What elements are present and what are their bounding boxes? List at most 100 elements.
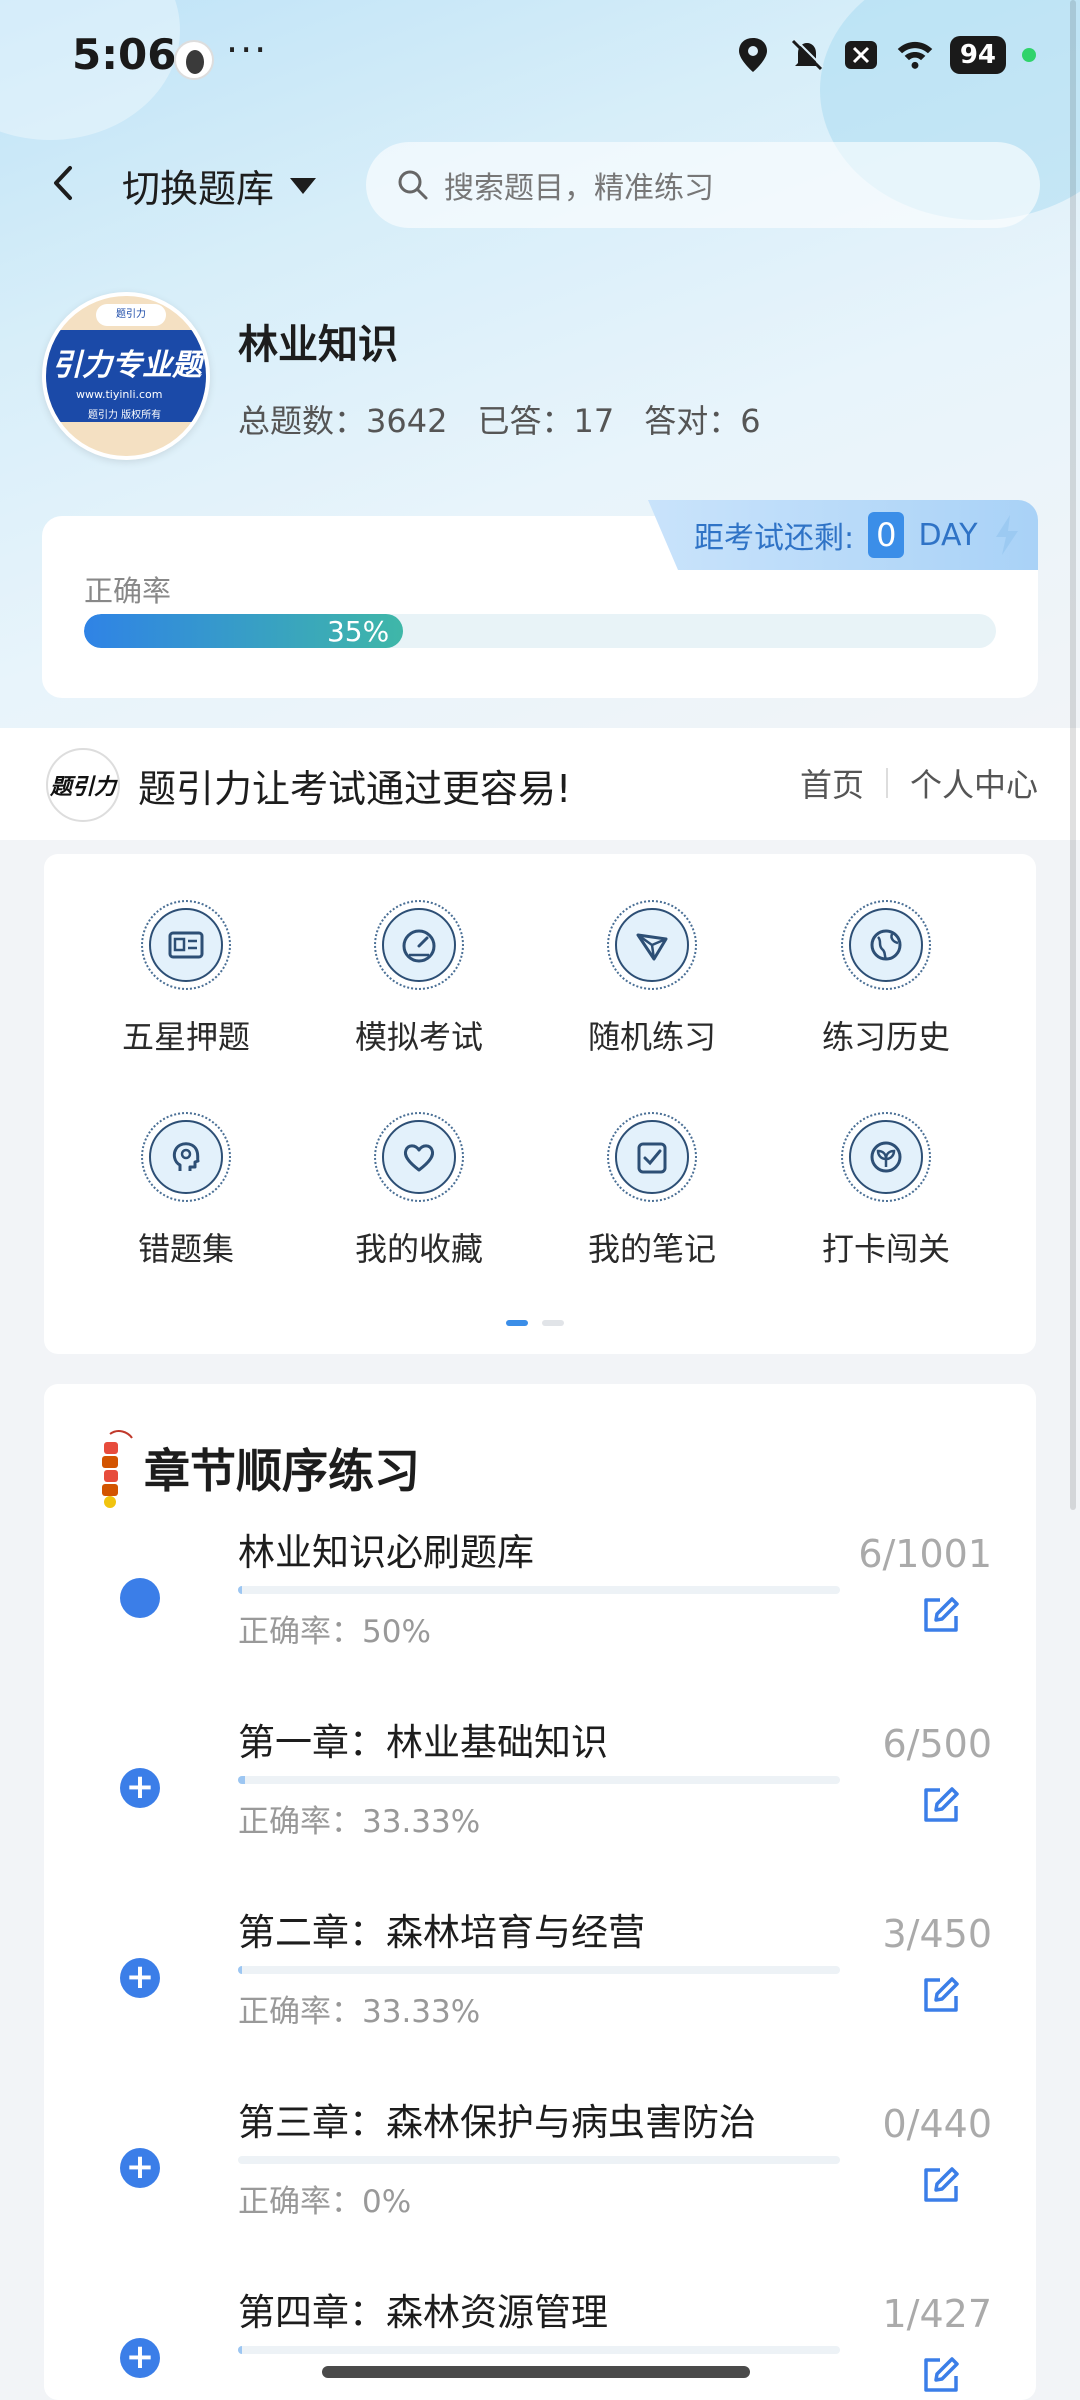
grid-label: 打卡闯关 (821, 1230, 950, 1268)
correct-count: 答对：6 (644, 402, 761, 440)
search-placeholder: 搜索题目，精准练习 (444, 171, 714, 206)
status-bar: 5:06 ··· 94 (0, 0, 1080, 118)
chevron-left-icon (54, 166, 72, 200)
head-icon (149, 1120, 223, 1194)
checklist-icon (615, 1120, 689, 1194)
chapter-count: 6/1001 (858, 1532, 992, 1576)
chapter-progress-bar (238, 2156, 840, 2164)
globe-icon (849, 908, 923, 982)
chapter-name: 第一章：林业基础知识 (238, 1721, 608, 1764)
chapter-count: 0/440 (882, 2102, 992, 2146)
expand-plus-icon[interactable]: + (120, 1768, 160, 1808)
close-box-icon (842, 36, 880, 74)
edit-icon[interactable] (918, 2352, 964, 2398)
edit-icon[interactable] (918, 1592, 964, 1638)
back-button[interactable] (40, 158, 90, 208)
chapter-count: 1/427 (882, 2292, 992, 2336)
edit-icon[interactable] (918, 1782, 964, 1828)
more-notifications-icon: ··· (226, 28, 269, 72)
caret-down-icon (290, 177, 317, 194)
bank-title: 林业知识 (238, 322, 398, 368)
gauge-icon (382, 908, 456, 982)
countdown-unit: DAY (918, 517, 978, 553)
nav-home-link[interactable]: 首页 (800, 760, 864, 806)
home-indicator[interactable] (322, 2366, 750, 2378)
slogan-bar: 题引力 题引力让考试通过更容易! 首页 个人中心 (0, 728, 1080, 840)
accuracy-label: 正确率 (84, 574, 172, 608)
chapter-progress-fill (238, 1586, 242, 1594)
selected-dot-icon (120, 1578, 160, 1618)
brand-logo: 题引力 (46, 748, 120, 822)
grid-label: 练习历史 (821, 1018, 950, 1056)
chapter-row[interactable]: + 第一章：林业基础知识正确率：33.33% 6/500 (44, 1712, 1036, 1902)
chapter-count: 3/450 (882, 1912, 992, 1956)
grid-pager (506, 1320, 564, 1326)
accuracy-card: 距考试还剩: 0 DAY 正确率 35% (42, 500, 1038, 698)
accuracy-progress-fill: 35% (84, 614, 404, 648)
chapter-row[interactable]: + 第三章：森林保护与病虫害防治 正确率：0% 0/440 (44, 2092, 1036, 2282)
chapter-progress-fill (238, 1776, 246, 1784)
exam-countdown: 距考试还剩: 0 DAY (648, 500, 1038, 570)
chapter-row[interactable]: + 第四章：森林资源管理 1/427 (44, 2282, 1036, 2400)
grid-item-mistakes[interactable]: 错题集 (86, 1112, 286, 1270)
chapter-row[interactable]: 林业知识必刷题库正确率：50% 6/1001 (44, 1522, 1036, 1712)
countdown-value: 0 (868, 512, 905, 558)
plant-icon (849, 1120, 923, 1194)
id-card-icon (149, 908, 223, 982)
chapter-section-title: 章节顺序练习 (144, 1444, 420, 1498)
chapter-practice-card: 章节顺序练习 林业知识必刷题库 正确率：50% 6/1001 + 第一章：林业基础知识正… (44, 1384, 1036, 2400)
scrollbar[interactable] (1070, 0, 1076, 1510)
edit-icon[interactable] (918, 1972, 964, 2018)
countdown-label: 距考试还剩: (694, 521, 855, 556)
grid-label: 我的笔记 (587, 1230, 716, 1268)
grid-item-mock-exam[interactable]: 模拟考试 (319, 900, 519, 1058)
switch-bank-button[interactable]: 切换题库 (122, 158, 317, 213)
accuracy-percent: 35% (326, 614, 390, 648)
nav-divider (885, 768, 888, 798)
chapter-progress-fill (238, 2346, 242, 2354)
chapter-progress-fill (238, 1966, 243, 1974)
edit-icon[interactable] (918, 2162, 964, 2208)
chapter-name: 第四章：森林资源管理 (238, 2291, 608, 2334)
status-icons: 94 (734, 36, 1036, 74)
pager-dot[interactable] (542, 1320, 564, 1326)
chapter-row[interactable]: + 第二章：森林培育与经营 正确率：33.33% 3/450 (44, 1902, 1036, 2092)
grid-label: 模拟考试 (354, 1018, 483, 1056)
search-input[interactable]: 搜索题目，精准练习 (366, 142, 1040, 228)
search-icon (398, 170, 428, 200)
expand-plus-icon[interactable]: + (120, 2148, 160, 2188)
chapter-progress-bar (238, 2346, 840, 2354)
lightning-icon (995, 515, 1018, 555)
expand-plus-icon[interactable]: + (120, 1958, 160, 1998)
expand-plus-icon[interactable]: + (120, 2338, 160, 2378)
grid-label: 随机练习 (587, 1018, 716, 1056)
chapter-accuracy: 正确率：0% (238, 2184, 412, 2220)
function-grid: 五星押题 模拟考试 随机练习 练习历史 错题集 我的收藏 我的笔记 打卡闯关 (44, 854, 1036, 1354)
chapter-count: 6/500 (882, 1722, 992, 1766)
grid-item-five-star[interactable]: 五星押题 (86, 900, 286, 1058)
chapter-accuracy: 正确率：33.33% (238, 1994, 481, 2030)
grid-label: 五星押题 (121, 1018, 250, 1056)
chapter-progress-bar (238, 1966, 840, 1974)
slogan-text: 题引力让考试通过更容易! (138, 767, 572, 811)
logo-text: 引力专业题 (52, 348, 202, 383)
chapter-progress-bar (238, 1776, 840, 1784)
accuracy-progress-bar: 35% (84, 614, 996, 648)
chapter-name: 林业知识必刷题库 (238, 1531, 534, 1574)
logo-url: www.tiyinli.com (76, 388, 163, 401)
grid-item-notes[interactable]: 我的笔记 (552, 1112, 752, 1270)
bank-stats: 总题数：3642 已答：17 答对：6 (238, 396, 761, 442)
nav-profile-link[interactable]: 个人中心 (910, 760, 1038, 806)
slogan-nav: 首页 个人中心 (800, 760, 1038, 806)
grid-label: 错题集 (137, 1230, 234, 1268)
grid-item-checkin[interactable]: 打卡闯关 (786, 1112, 986, 1270)
chapter-accuracy: 正确率：50% (238, 1614, 431, 1650)
chapter-accuracy: 正确率：33.33% (238, 1804, 481, 1840)
grid-item-favorites[interactable]: 我的收藏 (319, 1112, 519, 1270)
wifi-icon (896, 36, 934, 74)
grid-item-history[interactable]: 练习历史 (786, 900, 986, 1058)
logo-badge: 题引力 (96, 304, 166, 326)
pager-dot-active[interactable] (506, 1320, 528, 1326)
mute-bell-icon (788, 36, 826, 74)
grid-item-random-practice[interactable]: 随机练习 (552, 900, 752, 1058)
